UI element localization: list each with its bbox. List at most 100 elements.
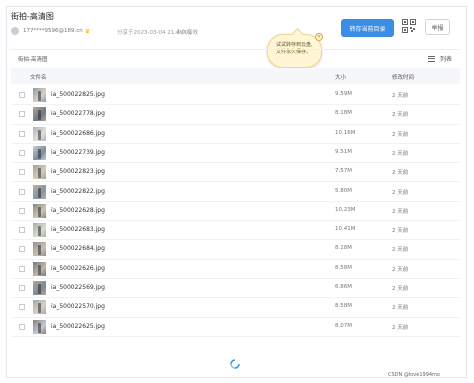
- image-thumbnail[interactable]: [33, 203, 46, 218]
- file-name[interactable]: ia_500022739.jpg: [51, 149, 105, 156]
- file-size: 10.16M: [335, 129, 356, 136]
- image-thumbnail[interactable]: [33, 300, 46, 315]
- avatar: [11, 27, 19, 35]
- file-size: 5.80M: [335, 187, 352, 194]
- file-size: 8.58M: [335, 264, 352, 271]
- table-row[interactable]: ia_500022778.jpg 8.18M 2 天前: [11, 105, 460, 125]
- list-view-icon: [428, 55, 435, 62]
- row-checkbox[interactable]: [19, 265, 25, 272]
- table-row[interactable]: ia_500022569.jpg 6.86M 2 天前: [11, 279, 460, 299]
- table-row[interactable]: ia_500022823.jpg 7.57M 2 天前: [11, 163, 460, 183]
- file-modified-time: 2 天前: [392, 208, 409, 215]
- image-thumbnail[interactable]: [33, 319, 46, 334]
- sharer-info: 177****9596@189.cn ♛: [11, 26, 90, 36]
- image-thumbnail[interactable]: [33, 223, 46, 238]
- tip-line-2: 文件永久保存。: [276, 49, 312, 55]
- tip-line-1: 试试转存到云盘,: [276, 42, 313, 48]
- file-name[interactable]: ia_500022626.jpg: [51, 265, 105, 272]
- image-thumbnail[interactable]: [33, 242, 46, 257]
- file-modified-time: 2 天前: [392, 112, 409, 119]
- row-checkbox[interactable]: [19, 207, 25, 214]
- image-thumbnail[interactable]: [33, 281, 46, 295]
- view-mode-label: 列表: [440, 56, 453, 63]
- file-name[interactable]: ia_500022684.jpg: [51, 245, 105, 252]
- row-checkbox[interactable]: [19, 323, 25, 330]
- loading-spinner-icon: [230, 359, 240, 369]
- table-row[interactable]: ia_500022683.jpg 10.41M 2 天前: [11, 221, 460, 241]
- watermark: CSDN @love1994mo: [388, 372, 440, 378]
- file-modified-time: 2 天前: [392, 93, 409, 99]
- row-checkbox[interactable]: [19, 304, 25, 311]
- save-to-cloud-button[interactable]: 转存当前目录: [341, 19, 394, 37]
- table-row[interactable]: ia_500022684.jpg 8.18M 2 天前: [11, 240, 460, 260]
- image-thumbnail[interactable]: [33, 126, 46, 141]
- column-header-date[interactable]: 修改时间: [392, 73, 414, 81]
- file-size: 9.51M: [335, 148, 352, 155]
- column-header-name[interactable]: 文件名: [30, 73, 47, 81]
- file-modified-time: 2 天前: [392, 131, 409, 138]
- row-checkbox[interactable]: [19, 149, 25, 156]
- image-thumbnail[interactable]: [33, 145, 46, 160]
- file-size: 7.57M: [335, 168, 352, 175]
- table-row[interactable]: ia_500022822.jpg 5.80M 2 天前: [11, 183, 460, 202]
- view-mode-toggle[interactable]: 列表: [428, 54, 452, 63]
- close-icon[interactable]: ×: [315, 33, 323, 41]
- file-modified-time: 2 天前: [392, 305, 409, 312]
- row-checkbox[interactable]: [19, 285, 25, 291]
- file-size: 10.23M: [335, 206, 356, 213]
- row-checkbox[interactable]: [19, 111, 25, 118]
- file-name[interactable]: ia_500022570.jpg: [51, 303, 105, 310]
- file-name[interactable]: ia_500022628.jpg: [51, 207, 105, 214]
- file-modified-time: 2 天前: [392, 324, 409, 331]
- file-name[interactable]: ia_500022686.jpg: [51, 130, 105, 137]
- validity-text: 永久有效: [176, 30, 199, 36]
- file-size: 8.07M: [335, 322, 352, 329]
- image-thumbnail[interactable]: [33, 184, 46, 199]
- row-checkbox[interactable]: [19, 188, 25, 195]
- file-size: 8.58M: [335, 303, 352, 310]
- file-name[interactable]: ia_500022778.jpg: [51, 110, 105, 117]
- file-size: 8.18M: [335, 110, 352, 117]
- image-thumbnail[interactable]: [33, 261, 46, 276]
- file-modified-time: 2 天前: [392, 170, 409, 177]
- image-thumbnail[interactable]: [33, 107, 46, 122]
- row-checkbox[interactable]: [19, 169, 25, 176]
- file-name[interactable]: ia_500022825.jpg: [51, 91, 105, 98]
- row-checkbox[interactable]: [19, 227, 25, 234]
- table-row[interactable]: ia_500022686.jpg 10.16M 2 天前: [11, 125, 460, 144]
- page-title: 街拍-高清图: [11, 12, 54, 21]
- image-thumbnail[interactable]: [33, 165, 46, 180]
- file-size: 10.41M: [335, 226, 356, 233]
- breadcrumb[interactable]: 街拍-高清图: [18, 55, 48, 63]
- file-modified-time: 2 天前: [392, 266, 409, 273]
- file-modified-time: 2 天前: [392, 247, 409, 254]
- image-thumbnail[interactable]: [33, 88, 46, 102]
- table-row[interactable]: ia_500022739.jpg 9.51M 2 天前: [11, 144, 460, 164]
- save-tip-bubble: 试试转存到云盘, 文件永久保存。: [267, 34, 322, 68]
- row-checkbox[interactable]: [19, 246, 25, 253]
- file-size: 6.86M: [335, 284, 352, 290]
- file-name[interactable]: ia_500022683.jpg: [51, 226, 105, 233]
- table-row[interactable]: ia_500022628.jpg 10.23M 2 天前: [11, 202, 460, 222]
- file-name[interactable]: ia_500022822.jpg: [51, 188, 105, 195]
- file-modified-time: 2 天前: [392, 189, 409, 196]
- table-row[interactable]: ia_500022825.jpg 9.59M 2 天前: [11, 86, 460, 106]
- table-row[interactable]: ia_500022626.jpg 8.58M 2 天前: [11, 260, 460, 279]
- row-checkbox[interactable]: [19, 92, 25, 98]
- table-row[interactable]: ia_500022625.jpg 8.07M 2 天前: [11, 318, 460, 337]
- column-header-size[interactable]: 大小: [335, 73, 346, 81]
- header-divider: [11, 49, 460, 50]
- file-name[interactable]: ia_500022569.jpg: [51, 284, 105, 291]
- table-row[interactable]: ia_500022570.jpg 8.58M 2 天前: [11, 298, 460, 318]
- file-modified-time: 2 天前: [392, 228, 409, 235]
- file-name[interactable]: ia_500022625.jpg: [51, 323, 105, 330]
- file-modified-time: 2 天前: [392, 286, 409, 292]
- row-checkbox[interactable]: [19, 130, 25, 137]
- file-modified-time: 2 天前: [392, 150, 409, 157]
- file-size: 8.18M: [335, 245, 352, 252]
- vip-crown-icon: ♛: [84, 27, 91, 35]
- report-button[interactable]: 举报: [425, 19, 450, 35]
- qr-code-icon[interactable]: [402, 19, 416, 33]
- file-name[interactable]: ia_500022823.jpg: [51, 168, 105, 175]
- sharer-account: 177****9596@189.cn: [23, 28, 83, 34]
